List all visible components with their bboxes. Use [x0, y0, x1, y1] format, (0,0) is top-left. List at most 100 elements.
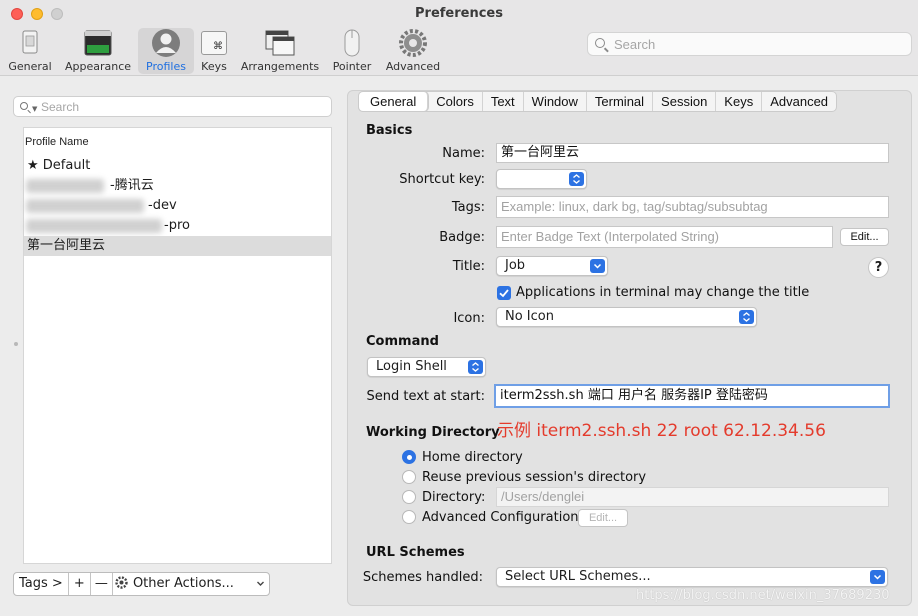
- chevron-updown-icon: [468, 360, 483, 374]
- schemes-handled-label: Schemes handled:: [362, 570, 483, 585]
- example-annotation: 示例 iterm2.ssh.sh 22 root 62.12.34.56: [497, 421, 826, 441]
- tags-button[interactable]: Tags >: [14, 573, 69, 595]
- icon-label: Icon:: [453, 311, 485, 326]
- tab-keys[interactable]: Keys: [716, 92, 763, 111]
- toolbar-advanced[interactable]: Advanced: [384, 28, 442, 74]
- tags-label: Tags:: [451, 200, 485, 215]
- url-schemes-select[interactable]: Select URL Schemes...: [496, 567, 888, 587]
- send-text-label: Send text at start:: [366, 389, 485, 404]
- preferences-search[interactable]: [587, 32, 912, 56]
- send-text-field[interactable]: iterm2ssh.sh 端口 用户名 服务器IP 登陆密码: [494, 384, 890, 408]
- title-select-value: Job: [505, 258, 526, 273]
- profile-name-header[interactable]: Profile Name: [25, 136, 89, 148]
- title-select[interactable]: Job: [496, 256, 608, 276]
- profile-search[interactable]: ▼: [13, 96, 332, 117]
- checkmark-icon: [499, 289, 509, 298]
- general-icon: [15, 28, 45, 58]
- toolbar-pointer-label: Pointer: [332, 60, 372, 73]
- toolbar-profiles[interactable]: Profiles: [138, 28, 194, 74]
- pointer-icon: [337, 28, 367, 58]
- directory-path-field[interactable]: /Users/denglei: [496, 487, 889, 507]
- redacted-block: [26, 199, 144, 213]
- profile-label: -pro: [164, 218, 190, 233]
- shortcut-key-select[interactable]: [496, 169, 587, 189]
- star-icon: ★: [27, 158, 39, 173]
- icon-select[interactable]: No Icon: [496, 307, 757, 327]
- apps-change-title-label: Applications in terminal may change the …: [516, 285, 810, 300]
- command-mode-value: Login Shell: [376, 359, 447, 374]
- tab-advanced[interactable]: Advanced: [762, 92, 836, 111]
- profile-search-input[interactable]: [41, 99, 321, 114]
- reuse-directory-radio[interactable]: [402, 470, 416, 484]
- apps-change-title-checkbox[interactable]: [497, 286, 511, 300]
- gear-icon: [398, 28, 428, 58]
- name-label: Name:: [442, 146, 485, 161]
- window-title: Preferences: [415, 6, 503, 21]
- redacted-block: [26, 179, 104, 193]
- tab-text[interactable]: Text: [483, 92, 524, 111]
- toolbar-appearance[interactable]: Appearance: [64, 28, 132, 74]
- appearance-icon: [83, 28, 113, 58]
- profile-row-default[interactable]: ★ Default: [24, 156, 331, 176]
- chevron-down-icon: [590, 259, 605, 273]
- profile-label: -腾讯云: [110, 178, 154, 193]
- custom-directory-radio[interactable]: [402, 490, 416, 504]
- profile-name-field[interactable]: 第一台阿里云: [496, 143, 889, 163]
- home-directory-label: Home directory: [422, 450, 523, 465]
- badge-field[interactable]: Enter Badge Text (Interpolated String): [496, 226, 833, 248]
- icon-select-value: No Icon: [505, 309, 554, 324]
- profile-label: 第一台阿里云: [27, 238, 106, 253]
- profile-label: -dev: [148, 198, 177, 213]
- profile-list: Profile Name ★ Default -腾讯云 -dev -pro 第一…: [23, 127, 332, 564]
- advanced-configuration-radio[interactable]: [402, 510, 416, 524]
- split-handle[interactable]: [14, 342, 18, 346]
- preferences-search-input[interactable]: [614, 36, 904, 52]
- toolbar-general-label: General: [8, 60, 52, 73]
- profiles-icon: [151, 28, 181, 58]
- home-directory-radio[interactable]: [402, 450, 416, 464]
- toolbar-keys[interactable]: ⌘ Keys: [198, 28, 230, 74]
- advanced-configuration-label: Advanced Configuration: [422, 510, 579, 525]
- profile-row[interactable]: -pro: [24, 216, 331, 236]
- profile-row[interactable]: -dev: [24, 196, 331, 216]
- profile-label: Default: [42, 158, 91, 173]
- command-mode-select[interactable]: Login Shell: [367, 357, 486, 377]
- other-actions-label: Other Actions...: [132, 576, 234, 591]
- watermark: https://blog.csdn.net/weixin_37689230: [636, 588, 890, 603]
- toolbar-arrangements[interactable]: Arrangements: [240, 28, 320, 74]
- toolbar-arrangements-label: Arrangements: [240, 60, 320, 73]
- title-label: Title:: [452, 259, 485, 274]
- remove-profile-button[interactable]: —: [91, 573, 113, 595]
- tab-session[interactable]: Session: [653, 92, 717, 111]
- advanced-configuration-edit-button[interactable]: Edit...: [578, 509, 628, 527]
- url-schemes-heading: URL Schemes: [366, 545, 465, 560]
- tab-terminal[interactable]: Terminal: [587, 92, 654, 111]
- toolbar-pointer[interactable]: Pointer: [330, 28, 374, 74]
- help-button[interactable]: ?: [868, 257, 889, 278]
- gear-icon: [115, 573, 129, 595]
- tags-field[interactable]: Example: linux, dark bg, tag/subtag/subs…: [496, 196, 889, 218]
- keys-icon: ⌘: [199, 28, 229, 58]
- working-directory-heading: Working Directory: [366, 425, 500, 440]
- reuse-directory-label: Reuse previous session's directory: [422, 470, 647, 485]
- badge-edit-button[interactable]: Edit...: [840, 228, 889, 246]
- tab-colors[interactable]: Colors: [428, 92, 483, 111]
- command-heading: Command: [366, 334, 439, 349]
- toolbar-appearance-label: Appearance: [64, 60, 132, 73]
- basics-heading: Basics: [366, 123, 413, 138]
- other-actions-menu[interactable]: Other Actions...: [113, 573, 269, 595]
- toolbar-general[interactable]: General: [6, 28, 54, 74]
- badge-label: Badge:: [439, 230, 485, 245]
- arrangements-icon: [265, 28, 295, 58]
- toolbar-profiles-label: Profiles: [146, 60, 186, 73]
- add-profile-button[interactable]: +: [69, 573, 91, 595]
- profile-row-selected[interactable]: 第一台阿里云: [24, 236, 331, 256]
- chevron-down-icon: [256, 573, 265, 603]
- tab-general[interactable]: General: [359, 92, 429, 111]
- tab-window[interactable]: Window: [524, 92, 587, 111]
- redacted-block: [26, 219, 162, 233]
- chevron-down-icon: ▼: [32, 105, 38, 113]
- chevron-updown-icon: [739, 310, 754, 324]
- profile-tabs: General Colors Text Window Terminal Sess…: [358, 91, 838, 112]
- profile-row[interactable]: -腾讯云: [24, 176, 331, 196]
